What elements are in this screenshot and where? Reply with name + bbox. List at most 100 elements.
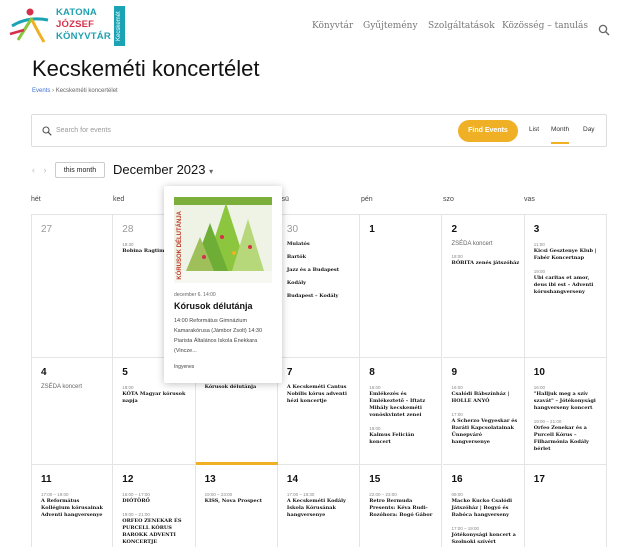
calendar-event[interactable]: 16:00 "Halljuk meg a szív szavát" – Jóték…: [534, 384, 602, 412]
calendar-event[interactable]: Budapest – Kodály: [287, 293, 355, 300]
calendar-event[interactable]: 19:00 Kalmus Felicián koncert: [369, 425, 437, 446]
day-number[interactable]: 30: [287, 224, 298, 235]
calendar-event[interactable]: 17:00 – 18:30 A Kecskeméti Kodály Iskola …: [287, 491, 355, 519]
calendar-event[interactable]: 09:00 Macko Kucko Csalódi Játszóház | Bog…: [452, 491, 520, 519]
this-month-button[interactable]: this month: [55, 162, 105, 178]
nav-szolgaltatasok[interactable]: Szolgáltatások: [428, 21, 495, 31]
day-number[interactable]: 10: [534, 367, 545, 378]
calendar-event[interactable]: 19:00 – 21:00 Orfeo Zenekar és a Purcell …: [534, 418, 602, 453]
event-title[interactable]: Jótékonysági koncert a Szolnoki szívért: [452, 532, 520, 546]
breadcrumb-events-link[interactable]: Events: [32, 88, 50, 94]
next-month-button[interactable]: ›: [44, 165, 47, 175]
calendar-day-cell[interactable]: 14 17:00 – 18:30 A Kecskeméti Kodály Iskol…: [278, 465, 361, 547]
nav-gyujtemeny[interactable]: Gyűjtemény: [363, 21, 418, 31]
event-title[interactable]: Kalmus Felicián koncert: [369, 432, 437, 446]
calendar-event[interactable]: Jazz és a Budapest: [287, 267, 355, 274]
event-title[interactable]: Emlékezés és Emlékeztető – Iftatz Mihály…: [369, 391, 437, 419]
nav-kozosseg-tanulas[interactable]: Közösség – tanulás: [502, 21, 588, 31]
day-number[interactable]: 7: [287, 367, 293, 378]
calendar-day-cell[interactable]: 17: [525, 465, 608, 547]
view-day[interactable]: Day: [583, 126, 595, 133]
all-day-event[interactable]: ZSÉDA koncert: [41, 384, 82, 390]
library-logo[interactable]: KATONA JÓZSEF KÖNYVTÁR Kecskemét: [8, 6, 126, 46]
prev-month-button[interactable]: ‹: [32, 165, 35, 175]
calendar-event[interactable]: 18:00 BÓBITA zenés játszóház: [452, 253, 520, 267]
event-title[interactable]: Orfeo Zenekar és a Purcell Kórus – Filha…: [534, 425, 602, 453]
day-number[interactable]: 5: [122, 367, 128, 378]
calendar-event[interactable]: Kórusok délutánja: [205, 384, 273, 391]
calendar-event[interactable]: 16:00 Emlékezés és Emlékeztető – Iftatz M…: [369, 384, 437, 419]
event-title[interactable]: KÓTA Magyar kórusok napja: [122, 391, 190, 405]
day-number[interactable]: 2: [452, 224, 458, 235]
event-title[interactable]: KISS, Nova Prospect: [205, 498, 273, 505]
all-day-event[interactable]: ZSÉDA koncert: [452, 241, 493, 247]
calendar-event[interactable]: Kodály: [287, 280, 355, 287]
event-title[interactable]: Kórusok délutánja: [205, 384, 273, 391]
find-events-button[interactable]: Find Events: [458, 120, 518, 142]
event-title[interactable]: Bartók: [287, 254, 355, 261]
search-input[interactable]: Search for events: [56, 127, 111, 134]
calendar-day-cell[interactable]: 27: [31, 215, 114, 358]
calendar-event[interactable]: Mulatós: [287, 241, 355, 248]
nav-konyvtar[interactable]: Könyvtár: [312, 21, 353, 31]
month-selector[interactable]: December 2023 ▾: [113, 162, 213, 177]
calendar-event[interactable]: 17:00 A Scherzo Vegyeskar és Baráti Kapcs…: [452, 411, 520, 446]
event-title[interactable]: Csalódi Bábszínház | HOLLE ANYÓ: [452, 391, 520, 405]
calendar-event[interactable]: 22:00 – 23:00 Retro Bermuda Presents: Kév…: [369, 491, 437, 519]
day-number[interactable]: 3: [534, 224, 540, 235]
calendar-event[interactable]: 16:00 – 17:00 DIÓTÖRŐ: [122, 491, 190, 505]
calendar-event[interactable]: 19:00 Ubi caritas et amor, deus ibi est –…: [534, 268, 602, 296]
event-title[interactable]: ORFEO ZENEKAR ÉS PURCELL KÓRUS BAROKK AD…: [122, 518, 190, 546]
calendar-day-cell[interactable]: 7 A Kecskeméti Cantus Nobilis kórus adven…: [277, 358, 361, 465]
calendar-day-cell[interactable]: 11 17:00 – 19:00 A Református Kollégium kó…: [31, 465, 114, 547]
event-tooltip[interactable]: KÓRUSOK DÉLUTÁNJA december 6. 14:00 Kóru…: [164, 186, 282, 383]
search-icon[interactable]: [598, 24, 610, 36]
day-number[interactable]: 9: [452, 367, 458, 378]
calendar-day-cell[interactable]: 12 16:00 – 17:00 DIÓTÖRŐ 19:00 – 21:00 ORFEO…: [113, 465, 196, 547]
day-number[interactable]: 14: [287, 474, 298, 485]
calendar-event[interactable]: 18:00 KÓTA Magyar kórusok napja: [122, 384, 190, 405]
calendar-day-cell[interactable]: 2 ZSÉDA koncert 18:00 BÓBITA zenés játszóhá…: [442, 215, 525, 358]
calendar-event[interactable]: 19:00 – 21:00 ORFEO ZENEKAR ÉS PURCELL KÓ…: [122, 511, 190, 546]
calendar-event[interactable]: 16:00 Csalódi Bábszínház | HOLLE ANYÓ: [452, 384, 520, 405]
calendar-day-cell[interactable]: 3 11:00 Kicsi Gesztenye Klub | Fabér Konce…: [524, 215, 608, 358]
calendar-event[interactable]: 17:00 – 19:00 A Református Kollégium kóru…: [41, 491, 108, 519]
event-title[interactable]: A Kecskeméti Cantus Nobilis kórus advent…: [287, 384, 355, 405]
calendar-event[interactable]: 11:00 Kicsi Gesztenye Klub | Fabér Koncer…: [534, 241, 602, 262]
event-title[interactable]: Mulatós: [287, 241, 355, 248]
event-title[interactable]: Kicsi Gesztenye Klub | Fabér Koncertnap: [534, 248, 602, 262]
day-number[interactable]: 4: [41, 367, 47, 378]
calendar-event[interactable]: 19:00 – 23:00 KISS, Nova Prospect: [205, 491, 273, 505]
event-title[interactable]: DIÓTÖRŐ: [122, 498, 190, 505]
event-title[interactable]: Kodály: [287, 280, 355, 287]
calendar-day-cell[interactable]: 16 09:00 Macko Kucko Csalódi Játszóház | B…: [443, 465, 525, 547]
event-title[interactable]: BÓBITA zenés játszóház: [452, 260, 520, 267]
day-number[interactable]: 15: [369, 474, 380, 485]
day-number[interactable]: 17: [534, 474, 545, 485]
event-title[interactable]: A Református Kollégium kórusainak Advent…: [41, 498, 108, 519]
day-number[interactable]: 28: [122, 224, 133, 235]
event-title[interactable]: Retro Bermuda Presents: Kéva Rudi-Rozóho…: [369, 498, 437, 519]
view-month[interactable]: Month: [551, 126, 570, 144]
day-number[interactable]: 12: [122, 474, 133, 485]
event-title[interactable]: A Scherzo Vegyeskar és Baráti Kapcsolata…: [452, 418, 520, 446]
event-title[interactable]: "Halljuk meg a szív szavát" – Jótékonysá…: [534, 391, 602, 412]
calendar-day-cell[interactable]: 15 22:00 – 23:00 Retro Bermuda Presents: K…: [360, 465, 443, 547]
calendar-event[interactable]: A Kecskeméti Cantus Nobilis kórus advent…: [287, 384, 355, 405]
calendar-day-cell[interactable]: 4 ZSÉDA koncert: [31, 358, 114, 465]
day-number[interactable]: 13: [205, 474, 216, 485]
event-title[interactable]: Ubi caritas et amor, deus ibi est – Adve…: [534, 275, 602, 296]
calendar-day-cell[interactable]: 30 Mulatós Bartók Jazz és a Budapest Kodály B…: [277, 215, 361, 358]
calendar-day-cell[interactable]: 1: [360, 215, 443, 358]
calendar-event[interactable]: 17:00 – 19:00 Jótékonysági koncert a Szol…: [452, 525, 520, 546]
day-number[interactable]: 11: [41, 474, 52, 485]
day-number[interactable]: 8: [369, 367, 375, 378]
calendar-event[interactable]: Bartók: [287, 254, 355, 261]
event-title[interactable]: A Kecskeméti Kodály Iskola Kórusának han…: [287, 498, 355, 519]
day-number[interactable]: 27: [41, 224, 52, 235]
day-number[interactable]: 16: [452, 474, 463, 485]
calendar-day-cell[interactable]: 9 16:00 Csalódi Bábszínház | HOLLE ANYÓ 17:…: [442, 358, 525, 465]
event-title[interactable]: Jazz és a Budapest: [287, 267, 355, 274]
day-number[interactable]: 1: [369, 224, 375, 235]
calendar-day-cell[interactable]: 10 16:00 "Halljuk meg a szív szavát" – Jót…: [524, 358, 608, 465]
